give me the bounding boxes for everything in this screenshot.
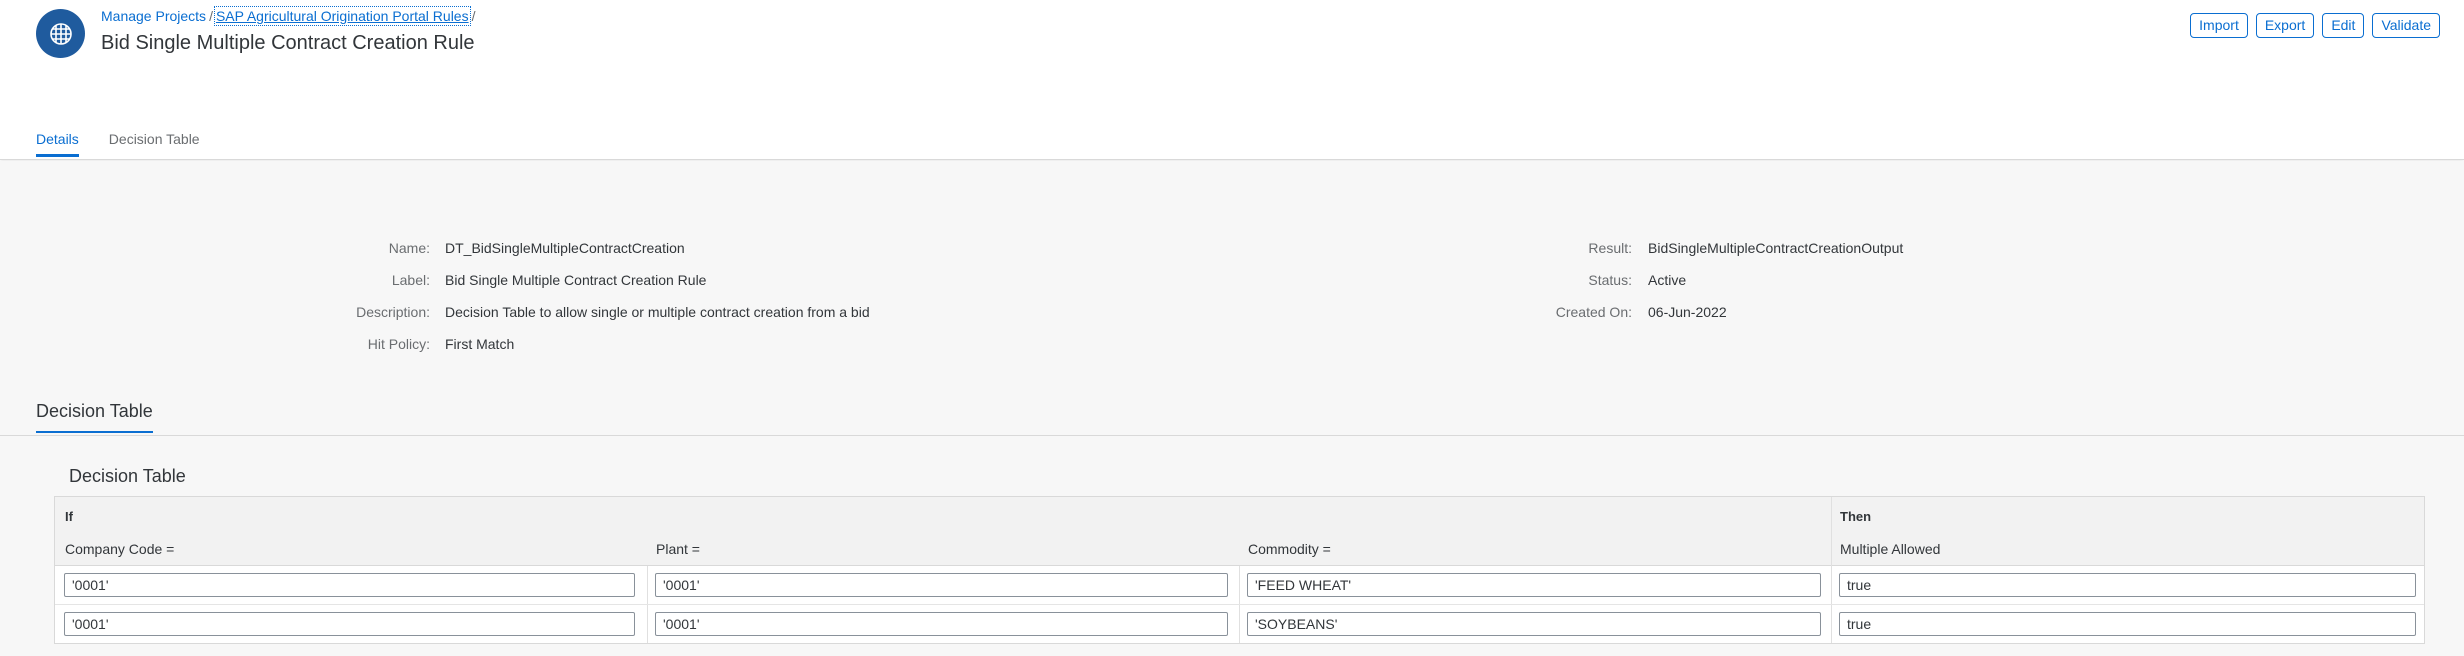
page-content: Name: DT_BidSingleMultipleContractCreati… [0,161,2464,656]
breadcrumb-manage-projects[interactable]: Manage Projects [101,8,206,24]
table-grid-icon [36,9,85,58]
cell-multiple-allowed-row1[interactable]: true [1839,573,2416,597]
cell-plant-row1[interactable]: '0001' [655,573,1228,597]
then-label: Then [1840,509,1872,524]
row-divider [55,604,2424,605]
label-label: Label: [391,272,430,288]
result-label: Result: [1588,240,1632,256]
status-value: Active [1648,272,1687,288]
export-button[interactable]: Export [2255,13,2315,38]
name-label: Name: [388,240,430,256]
section-divider [0,435,2464,436]
cell-multiple-allowed-row2[interactable]: true [1839,612,2416,636]
tab-bar: Details Decision Table [36,127,230,157]
breadcrumb-rules-project[interactable]: SAP Agricultural Origination Portal Rule… [213,6,471,26]
created-on-label: Created On: [1555,304,1632,320]
decision-table-grid: If Then Company Code = Plant = Commodity… [54,496,2425,644]
if-label: If [65,509,73,524]
decision-table-title: Decision Table [69,466,186,486]
section-title-decision-table: Decision Table [36,401,153,433]
result-value: BidSingleMultipleContractCreationOutput [1648,240,1904,256]
tab-details[interactable]: Details [36,127,79,157]
breadcrumb-separator: / [209,8,213,24]
column-header-multiple-allowed[interactable]: Multiple Allowed [1840,541,1940,557]
hit-policy-label: Hit Policy: [367,336,430,352]
tab-decision-table[interactable]: Decision Table [109,127,200,157]
description-label: Description: [356,304,430,320]
name-value: DT_BidSingleMultipleContractCreation [445,240,685,256]
decision-table-header [55,497,2424,566]
cell-company-code-row2[interactable]: '0001' [64,612,635,636]
column-header-company-code[interactable]: Company Code = [65,541,174,557]
cell-company-code-row1[interactable]: '0001' [64,573,635,597]
label-value: Bid Single Multiple Contract Creation Ru… [445,272,707,288]
column-header-commodity[interactable]: Commodity = [1248,541,1331,557]
description-value: Decision Table to allow single or multip… [445,304,870,320]
cell-commodity-row2[interactable]: 'SOYBEANS' [1247,612,1821,636]
created-on-value: 06-Jun-2022 [1648,304,1727,320]
breadcrumb-separator: / [471,8,476,24]
status-label: Status: [1588,272,1632,288]
breadcrumb: Manage Projects / SAP Agricultural Origina… [101,6,479,26]
header-actions: Import Export Edit Validate [2190,13,2440,38]
cell-plant-row2[interactable]: '0001' [655,612,1228,636]
validate-button[interactable]: Validate [2372,13,2440,38]
cell-commodity-row1[interactable]: 'FEED WHEAT' [1247,573,1821,597]
object-page-header: Manage Projects / SAP Agricultural Origina… [0,0,2464,160]
edit-button[interactable]: Edit [2322,13,2365,38]
import-button[interactable]: Import [2190,13,2248,38]
hit-policy-value: First Match [445,336,515,352]
column-divider [1831,497,1832,643]
column-header-plant[interactable]: Plant = [656,541,700,557]
page-title: Bid Single Multiple Contract Creation Ru… [101,32,475,54]
